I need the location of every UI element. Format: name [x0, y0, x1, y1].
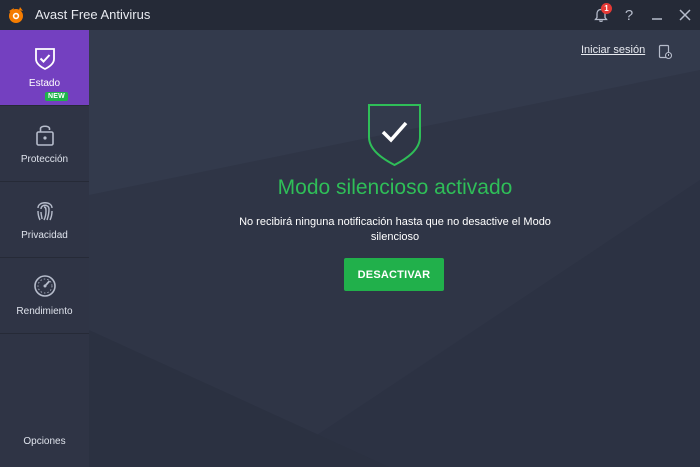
- sidebar-item-privacidad[interactable]: Privacidad: [0, 182, 89, 258]
- deactivate-button[interactable]: DESACTIVAR: [344, 258, 444, 291]
- help-button[interactable]: ?: [618, 4, 640, 26]
- background-decoration: [89, 30, 700, 467]
- user-account-icon[interactable]: [658, 44, 672, 60]
- shield-check-icon: [34, 48, 55, 71]
- sidebar-item-label: Estado: [28, 78, 61, 89]
- minimize-icon: [652, 18, 662, 20]
- avast-logo-icon: [9, 7, 23, 23]
- notification-count-badge: 1: [601, 3, 612, 14]
- shield-check-icon: [368, 104, 421, 167]
- fingerprint-icon: [36, 202, 53, 221]
- sidebar-item-rendimiento[interactable]: Rendimiento: [0, 258, 89, 334]
- login-link[interactable]: Iniciar sesión: [581, 44, 645, 56]
- app-title: Avast Free Antivirus: [35, 7, 151, 22]
- status-message: No recibirá ninguna notificación hasta q…: [239, 216, 551, 243]
- main-panel: [89, 30, 700, 467]
- sidebar-item-proteccion[interactable]: Protección: [0, 106, 89, 182]
- speedometer-icon: [33, 275, 56, 297]
- sidebar-item-label: Rendimiento: [16, 306, 73, 317]
- close-button[interactable]: [674, 4, 696, 26]
- close-icon: [679, 9, 691, 21]
- lock-icon: [35, 125, 54, 146]
- sidebar-item-label: Privacidad: [21, 230, 68, 241]
- sidebar-item-label: Protección: [20, 154, 69, 165]
- help-icon: ?: [624, 6, 634, 24]
- status-title: Modo silencioso activado: [277, 176, 513, 199]
- minimize-button[interactable]: [646, 4, 668, 26]
- title-bar: Avast Free Antivirus 1 ?: [0, 0, 700, 30]
- new-badge: NEW: [45, 92, 68, 101]
- sidebar-options-link[interactable]: Opciones: [0, 436, 89, 447]
